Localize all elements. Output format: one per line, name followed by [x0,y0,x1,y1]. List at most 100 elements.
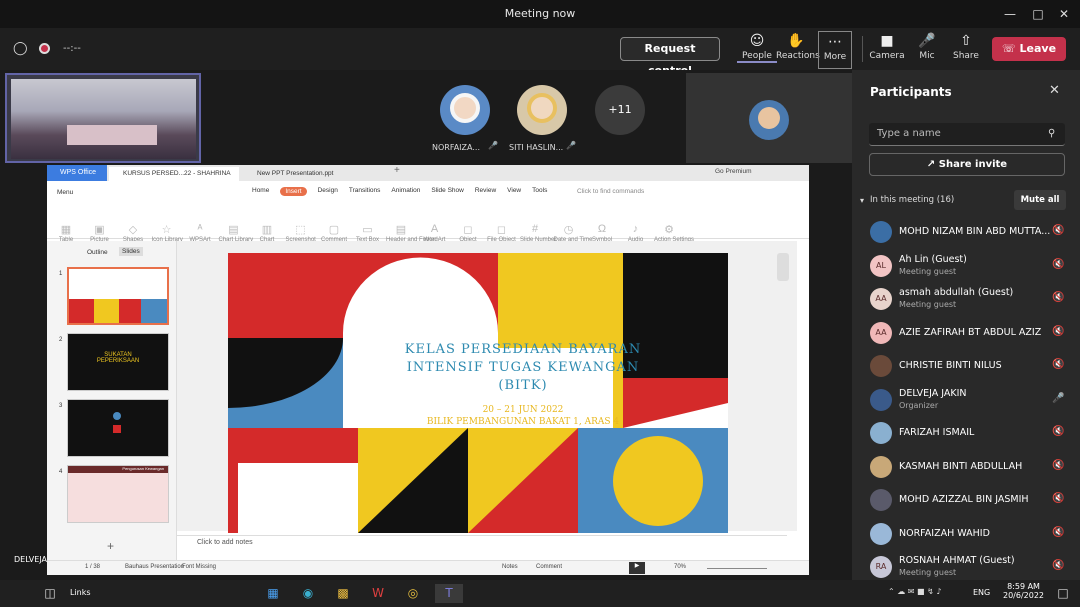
ribbon-chart-library-button[interactable]: ▤ Chart Library [219,223,254,243]
slide-thumb-2[interactable]: SUKATAN PEPERIKSAAN [67,333,169,391]
slide-thumb-3[interactable] [67,399,169,457]
tab-review[interactable]: Review [475,187,496,196]
ribbon-text-box-button[interactable]: ▭ Text Box [353,223,383,243]
participant-row[interactable]: MOHD NIZAM BIN ABD MUTTA... 🔇 [852,215,1080,249]
close-icon[interactable]: ✕ [1054,4,1074,24]
ribbon-header-and-footer-button[interactable]: ▤ Header and Footer [386,223,436,243]
task-view-icon[interactable]: ◫ [40,584,60,603]
slide-thumb-1[interactable] [67,267,169,325]
tab-animation[interactable]: Animation [391,187,420,196]
clock[interactable]: 8:59 AM 20/6/2022 [1003,582,1044,600]
maximize-icon[interactable]: □ [1028,4,1048,24]
doc-tab[interactable]: KURSUS PERSED...22 - SHAHRINA [109,167,239,181]
add-slide-icon[interactable]: + [107,539,114,553]
tab-outline[interactable]: Outline [87,249,108,256]
ribbon-action-settings-button[interactable]: ⚙ Action Settings [654,223,694,243]
comment-toggle[interactable]: Comment [536,564,562,570]
go-premium[interactable]: Go Premium [715,168,751,175]
participant-row[interactable]: CHRISTIE BINTI NILUS 🔇 [852,349,1080,383]
reactions-button[interactable]: ✋ Reactions [776,31,820,69]
ribbon-symbol-button[interactable]: Ω Symbol [587,223,617,243]
find-commands[interactable]: Click to find commands [577,188,644,195]
participant-row[interactable]: RA ROSNAH AHMAT (Guest) Meeting guest 🔇 [852,550,1080,584]
ribbon-item-icon: ▤ [395,224,407,236]
avatar [870,522,892,545]
teams-icon[interactable]: T [435,584,463,603]
wps-icon[interactable]: W [368,584,388,603]
notes-toggle[interactable]: Notes [502,564,518,570]
tab-transitions[interactable]: Transitions [349,187,381,196]
request-control-button[interactable]: Request control [620,37,720,77]
tab-view[interactable]: View [507,187,521,196]
slide-date: 20 – 21 JUN 2022 [482,405,564,415]
shield-icon[interactable]: ◯ [13,41,28,56]
slide-thumb-4[interactable]: Pengurusan Kewangan [67,465,169,523]
font-missing[interactable]: Font Missing [182,564,216,570]
add-tab-icon[interactable]: + [394,165,400,176]
edge-icon[interactable]: ◉ [298,584,318,603]
minimize-icon[interactable]: — [1000,4,1020,24]
video-tile-room[interactable] [5,73,201,163]
tab-slideshow[interactable]: Slide Show [431,187,464,196]
notes-area[interactable]: Click to add notes [177,535,787,551]
leave-button[interactable]: ☏ Leave [992,37,1066,61]
tab-insert[interactable]: Insert [280,187,307,196]
participant-row[interactable]: KASMAH BINTI ABDULLAH 🔇 [852,450,1080,484]
participant-row[interactable]: NORFAIZAH WAHID 🔇 [852,517,1080,551]
menu-button[interactable]: Menu [57,189,73,196]
participant-row[interactable]: DELVEJA JAKIN Organizer 🎤 [852,383,1080,417]
share-invite-button[interactable]: ↗ Share invite [869,153,1065,176]
chrome-icon[interactable]: ◎ [403,584,423,603]
chevron-down-icon[interactable]: ▾ [860,196,864,205]
share-button[interactable]: ⇧ Share [946,31,986,69]
participant-row[interactable]: MOHD AZIZZAL BIN JASMIH 🔇 [852,483,1080,517]
video-tile[interactable] [686,73,852,163]
ribbon-picture-button[interactable]: ▣ Picture [85,223,115,243]
ribbon-table-button[interactable]: ▦ Table [51,223,81,243]
file-explorer-icon[interactable]: ▩ [333,584,353,603]
close-panel-icon[interactable]: ✕ [1049,83,1060,98]
tab-design[interactable]: Design [318,187,338,196]
tray-icons[interactable]: ⌃ ☁ ✉ ■ ↯ ♪ [888,587,942,596]
tab-tools[interactable]: Tools [532,187,547,196]
ribbon-screenshot-button[interactable]: ⬚ Screenshot [286,223,316,243]
tab-home[interactable]: Home [252,187,269,196]
ribbon-audio-button[interactable]: ♪ Audio [621,223,651,243]
links-toolbar[interactable]: Links [70,588,91,597]
ribbon-chart-button[interactable]: ▥ Chart [252,223,282,243]
participant-row[interactable]: AA asmah abdullah (Guest) Meeting guest 🔇 [852,282,1080,316]
overflow-count[interactable]: +11 [595,85,645,135]
wps-home-tab[interactable]: WPS Office [47,165,107,181]
language-indicator[interactable]: ENG [973,588,990,597]
ribbon-icon-library-button[interactable]: ☆ Icon Library [152,223,183,243]
section-header[interactable]: In this meeting (16) [870,195,954,205]
ribbon-wordart-button[interactable]: A WordArt [420,223,450,243]
more-button[interactable]: ⋯ More [818,31,852,69]
ribbon-file-object-button[interactable]: ◻ File Object [487,223,517,243]
participant-row[interactable]: AL Ah Lin (Guest) Meeting guest 🔇 [852,249,1080,283]
search-input[interactable]: Type a name [869,123,1065,146]
doc-tab[interactable]: New PPT Presentation.ppt [243,167,383,181]
notification-icon[interactable]: □ [1053,584,1073,603]
participant-role: Organizer [899,400,939,410]
mic-button[interactable]: 🎤 Mic [907,31,947,69]
ribbon-item-icon: ◷ [563,224,574,236]
share-icon: ⇧ [960,33,972,49]
play-icon[interactable]: ▶ [629,562,645,574]
ribbon-wpsart-button[interactable]: ᴬ WPSArt [185,223,215,243]
ribbon-shapes-button[interactable]: ◇ Shapes [118,223,148,243]
ribbon-object-button[interactable]: ◻ Object [453,223,483,243]
ribbon-comment-button[interactable]: ▢ Comment [319,223,349,243]
participant-row[interactable]: AA AZIE ZAFIRAH BT ABDUL AZIZ 🔇 [852,316,1080,350]
mute-all-button[interactable]: Mute all [1014,190,1066,210]
tab-slides[interactable]: Slides [119,247,143,256]
zoom-level[interactable]: 70% [674,564,686,570]
camera-button[interactable]: ■ Camera [867,31,907,69]
ribbon-date-and-time-button[interactable]: ◷ Date and Time [554,223,593,243]
people-button[interactable]: ☺ People [737,31,777,69]
windows-start-icon[interactable]: ▦ [263,584,283,603]
participant-row[interactable]: FARIZAH ISMAIL 🔇 [852,416,1080,450]
zoom-slider[interactable] [707,568,767,569]
ribbon-slide-number-button[interactable]: # Slide Number [520,223,556,243]
scrollbar[interactable] [777,253,789,281]
